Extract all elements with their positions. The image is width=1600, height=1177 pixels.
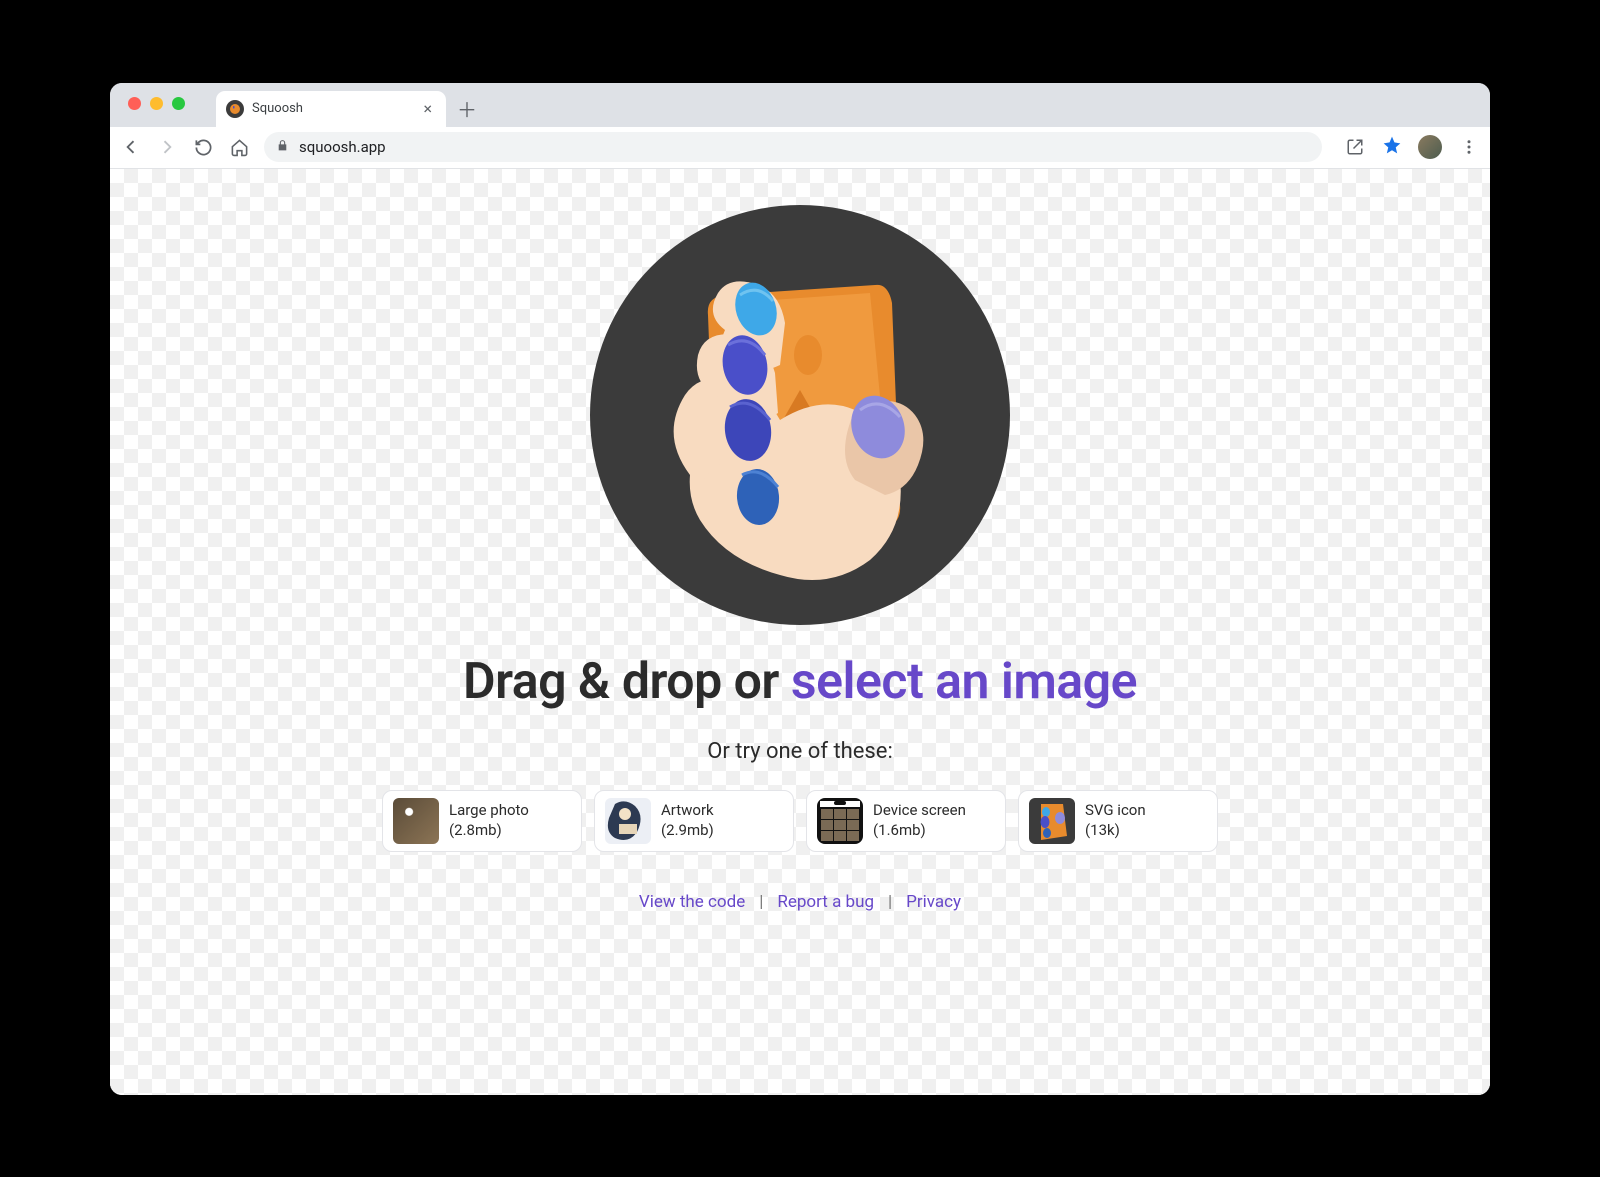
separator: |: [759, 892, 763, 912]
forward-button[interactable]: [156, 136, 178, 158]
profile-avatar[interactable]: [1418, 135, 1442, 159]
browser-toolbar: squoosh.app: [110, 127, 1490, 169]
sample-label: Artwork: [661, 801, 714, 821]
tab-strip: Squoosh × ＋: [110, 83, 1490, 127]
headline: Drag & drop or select an image: [463, 653, 1137, 711]
select-image-link[interactable]: select an image: [791, 653, 1137, 711]
window-controls: [128, 97, 185, 110]
url-text: squoosh.app: [299, 138, 386, 156]
footer-links: View the code | Report a bug | Privacy: [639, 892, 961, 912]
home-button[interactable]: [228, 136, 250, 158]
close-tab-icon[interactable]: ×: [419, 99, 436, 118]
sample-size: (2.9mb): [661, 821, 714, 841]
tab-title: Squoosh: [252, 101, 411, 116]
view-code-link[interactable]: View the code: [639, 892, 745, 912]
sample-large-photo-thumb: [393, 798, 439, 844]
squoosh-logo: [590, 205, 1010, 625]
new-tab-button[interactable]: ＋: [452, 94, 482, 124]
report-bug-link[interactable]: Report a bug: [777, 892, 874, 912]
overflow-menu-button[interactable]: [1458, 136, 1480, 158]
sample-size: (2.8mb): [449, 821, 529, 841]
reload-button[interactable]: [192, 136, 214, 158]
open-external-icon[interactable]: [1344, 136, 1366, 158]
privacy-link[interactable]: Privacy: [906, 892, 961, 912]
sample-svg-thumb: [1029, 798, 1075, 844]
sample-large-photo[interactable]: Large photo (2.8mb): [382, 790, 582, 852]
sample-device-screen[interactable]: Device screen (1.6mb): [806, 790, 1006, 852]
sample-svg-icon[interactable]: SVG icon (13k): [1018, 790, 1218, 852]
sample-size: (13k): [1085, 821, 1146, 841]
toolbar-right: [1344, 135, 1480, 160]
sample-subtitle: Or try one of these:: [707, 739, 893, 764]
back-button[interactable]: [120, 136, 142, 158]
sample-label: SVG icon: [1085, 801, 1146, 821]
page-content: Drag & drop or select an image Or try on…: [110, 169, 1490, 1095]
close-window-button[interactable]: [128, 97, 141, 110]
sample-device-thumb: [817, 798, 863, 844]
sample-artwork-thumb: [605, 798, 651, 844]
headline-drag-text: Drag & drop or: [463, 653, 791, 711]
squoosh-hand-icon: [630, 245, 970, 585]
sample-artwork[interactable]: Artwork (2.9mb): [594, 790, 794, 852]
address-bar[interactable]: squoosh.app: [264, 132, 1322, 162]
lock-icon: [276, 139, 289, 156]
squoosh-favicon-icon: [226, 100, 244, 118]
bookmark-star-icon[interactable]: [1382, 135, 1402, 160]
browser-window: Squoosh × ＋ squoosh.app: [110, 83, 1490, 1095]
browser-tab[interactable]: Squoosh ×: [216, 91, 446, 127]
separator: |: [888, 892, 892, 912]
sample-size: (1.6mb): [873, 821, 966, 841]
sample-row: Large photo (2.8mb) Artwork (2.9mb): [382, 790, 1218, 852]
minimize-window-button[interactable]: [150, 97, 163, 110]
sample-label: Device screen: [873, 801, 966, 821]
maximize-window-button[interactable]: [172, 97, 185, 110]
sample-label: Large photo: [449, 801, 529, 821]
